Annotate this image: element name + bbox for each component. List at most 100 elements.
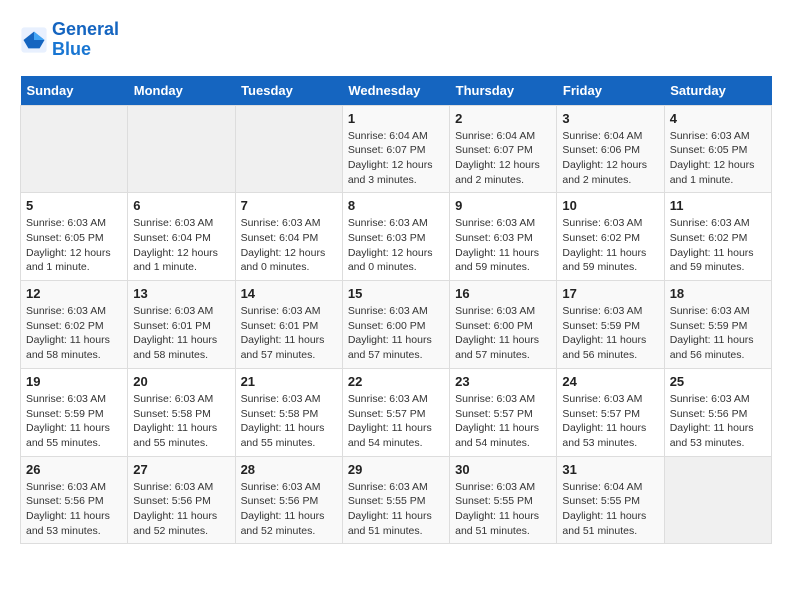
day-number: 31 [562,462,658,477]
calendar-cell: 11 Sunrise: 6:03 AM Sunset: 6:02 PM Dayli… [664,193,771,281]
day-number: 28 [241,462,337,477]
logo: GeneralBlue [20,20,119,60]
calendar-cell: 19 Sunrise: 6:03 AM Sunset: 5:59 PM Dayli… [21,368,128,456]
day-info: Sunrise: 6:03 AM Sunset: 5:56 PM Dayligh… [241,480,337,539]
day-number: 2 [455,111,551,126]
day-number: 20 [133,374,229,389]
day-number: 27 [133,462,229,477]
calendar-week-row: 5Sunrise: 6:03 AM Sunset: 6:05 PM Daylig… [21,193,772,281]
weekday-header: Thursday [450,76,557,106]
weekday-header: Sunday [21,76,128,106]
calendar-cell: 4Sunrise: 6:03 AM Sunset: 6:05 PM Daylig… [664,105,771,193]
day-info: Sunrise: 6:03 AM Sunset: 6:02 PM Dayligh… [26,304,122,363]
day-number: 29 [348,462,444,477]
day-info: Sunrise: 6:03 AM Sunset: 5:59 PM Dayligh… [26,392,122,451]
day-info: Sunrise: 6:03 AM Sunset: 6:04 PM Dayligh… [133,216,229,275]
day-info: Sunrise: 6:03 AM Sunset: 6:01 PM Dayligh… [133,304,229,363]
calendar-week-row: 19 Sunrise: 6:03 AM Sunset: 5:59 PM Dayli… [21,368,772,456]
day-info: Sunrise: 6:04 AM Sunset: 6:07 PM Dayligh… [455,129,551,188]
day-number: 24 [562,374,658,389]
day-info: Sunrise: 6:03 AM Sunset: 5:55 PM Dayligh… [348,480,444,539]
day-number: 25 [670,374,766,389]
day-number: 22 [348,374,444,389]
calendar-cell: 1 Sunrise: 6:04 AM Sunset: 6:07 PM Daylig… [342,105,449,193]
day-number: 3 [562,111,658,126]
calendar-cell: 9Sunrise: 6:03 AM Sunset: 6:03 PM Daylig… [450,193,557,281]
calendar-cell: 17 Sunrise: 6:03 AM Sunset: 5:59 PM Dayli… [557,281,664,369]
calendar-cell: 14Sunrise: 6:03 AM Sunset: 6:01 PM Dayli… [235,281,342,369]
calendar-cell: 5Sunrise: 6:03 AM Sunset: 6:05 PM Daylig… [21,193,128,281]
calendar-cell: 10 Sunrise: 6:03 AM Sunset: 6:02 PM Dayli… [557,193,664,281]
day-info: Sunrise: 6:03 AM Sunset: 6:03 PM Dayligh… [455,216,551,275]
day-info: Sunrise: 6:04 AM Sunset: 6:06 PM Dayligh… [562,129,658,188]
calendar-cell: 30 Sunrise: 6:03 AM Sunset: 5:55 PM Dayli… [450,456,557,544]
calendar-cell [128,105,235,193]
day-info: Sunrise: 6:03 AM Sunset: 6:01 PM Dayligh… [241,304,337,363]
day-info: Sunrise: 6:03 AM Sunset: 5:58 PM Dayligh… [133,392,229,451]
day-number: 1 [348,111,444,126]
calendar-cell: 20 Sunrise: 6:03 AM Sunset: 5:58 PM Dayli… [128,368,235,456]
day-info: Sunrise: 6:03 AM Sunset: 6:05 PM Dayligh… [670,129,766,188]
calendar-cell: 26 Sunrise: 6:03 AM Sunset: 5:56 PM Dayli… [21,456,128,544]
day-info: Sunrise: 6:03 AM Sunset: 6:02 PM Dayligh… [670,216,766,275]
day-info: Sunrise: 6:03 AM Sunset: 6:03 PM Dayligh… [348,216,444,275]
weekday-header: Tuesday [235,76,342,106]
day-info: Sunrise: 6:03 AM Sunset: 6:04 PM Dayligh… [241,216,337,275]
day-info: Sunrise: 6:04 AM Sunset: 5:55 PM Dayligh… [562,480,658,539]
day-info: Sunrise: 6:03 AM Sunset: 5:55 PM Dayligh… [455,480,551,539]
day-number: 26 [26,462,122,477]
calendar-week-row: 26 Sunrise: 6:03 AM Sunset: 5:56 PM Dayli… [21,456,772,544]
day-number: 30 [455,462,551,477]
calendar-cell: 28 Sunrise: 6:03 AM Sunset: 5:56 PM Dayli… [235,456,342,544]
day-number: 11 [670,198,766,213]
day-number: 19 [26,374,122,389]
day-info: Sunrise: 6:03 AM Sunset: 5:59 PM Dayligh… [670,304,766,363]
day-number: 15 [348,286,444,301]
day-info: Sunrise: 6:03 AM Sunset: 5:56 PM Dayligh… [133,480,229,539]
calendar-cell: 15 Sunrise: 6:03 AM Sunset: 6:00 PM Dayli… [342,281,449,369]
calendar-cell: 27 Sunrise: 6:03 AM Sunset: 5:56 PM Dayli… [128,456,235,544]
logo-icon [20,26,48,54]
calendar-cell: 3 Sunrise: 6:04 AM Sunset: 6:06 PM Daylig… [557,105,664,193]
calendar-week-row: 1 Sunrise: 6:04 AM Sunset: 6:07 PM Daylig… [21,105,772,193]
calendar-header: SundayMondayTuesdayWednesdayThursdayFrid… [21,76,772,106]
calendar-week-row: 12 Sunrise: 6:03 AM Sunset: 6:02 PM Dayli… [21,281,772,369]
calendar-cell: 12 Sunrise: 6:03 AM Sunset: 6:02 PM Dayli… [21,281,128,369]
day-number: 17 [562,286,658,301]
day-info: Sunrise: 6:03 AM Sunset: 6:00 PM Dayligh… [455,304,551,363]
day-info: Sunrise: 6:03 AM Sunset: 5:57 PM Dayligh… [455,392,551,451]
calendar-cell: 24 Sunrise: 6:03 AM Sunset: 5:57 PM Dayli… [557,368,664,456]
calendar-cell: 21Sunrise: 6:03 AM Sunset: 5:58 PM Dayli… [235,368,342,456]
day-number: 7 [241,198,337,213]
day-info: Sunrise: 6:03 AM Sunset: 6:00 PM Dayligh… [348,304,444,363]
calendar-cell: 7 Sunrise: 6:03 AM Sunset: 6:04 PM Daylig… [235,193,342,281]
calendar-cell: 8Sunrise: 6:03 AM Sunset: 6:03 PM Daylig… [342,193,449,281]
day-number: 6 [133,198,229,213]
day-number: 12 [26,286,122,301]
weekday-header: Monday [128,76,235,106]
day-info: Sunrise: 6:03 AM Sunset: 5:56 PM Dayligh… [670,392,766,451]
calendar-cell: 25 Sunrise: 6:03 AM Sunset: 5:56 PM Dayli… [664,368,771,456]
day-number: 16 [455,286,551,301]
calendar-cell: 16 Sunrise: 6:03 AM Sunset: 6:00 PM Dayli… [450,281,557,369]
calendar-cell: 2 Sunrise: 6:04 AM Sunset: 6:07 PM Daylig… [450,105,557,193]
day-info: Sunrise: 6:03 AM Sunset: 5:57 PM Dayligh… [562,392,658,451]
day-info: Sunrise: 6:03 AM Sunset: 5:56 PM Dayligh… [26,480,122,539]
calendar-cell [235,105,342,193]
day-number: 13 [133,286,229,301]
day-info: Sunrise: 6:03 AM Sunset: 5:59 PM Dayligh… [562,304,658,363]
calendar-cell: 13 Sunrise: 6:03 AM Sunset: 6:01 PM Dayli… [128,281,235,369]
calendar-cell: 29 Sunrise: 6:03 AM Sunset: 5:55 PM Dayli… [342,456,449,544]
weekday-header: Friday [557,76,664,106]
day-info: Sunrise: 6:03 AM Sunset: 5:57 PM Dayligh… [348,392,444,451]
calendar-cell: 31 Sunrise: 6:04 AM Sunset: 5:55 PM Dayli… [557,456,664,544]
calendar-cell: 23Sunrise: 6:03 AM Sunset: 5:57 PM Dayli… [450,368,557,456]
logo-text: GeneralBlue [52,20,119,60]
calendar-cell: 6 Sunrise: 6:03 AM Sunset: 6:04 PM Daylig… [128,193,235,281]
day-number: 18 [670,286,766,301]
day-info: Sunrise: 6:03 AM Sunset: 6:02 PM Dayligh… [562,216,658,275]
day-info: Sunrise: 6:03 AM Sunset: 6:05 PM Dayligh… [26,216,122,275]
day-info: Sunrise: 6:04 AM Sunset: 6:07 PM Dayligh… [348,129,444,188]
day-number: 10 [562,198,658,213]
calendar-cell [664,456,771,544]
